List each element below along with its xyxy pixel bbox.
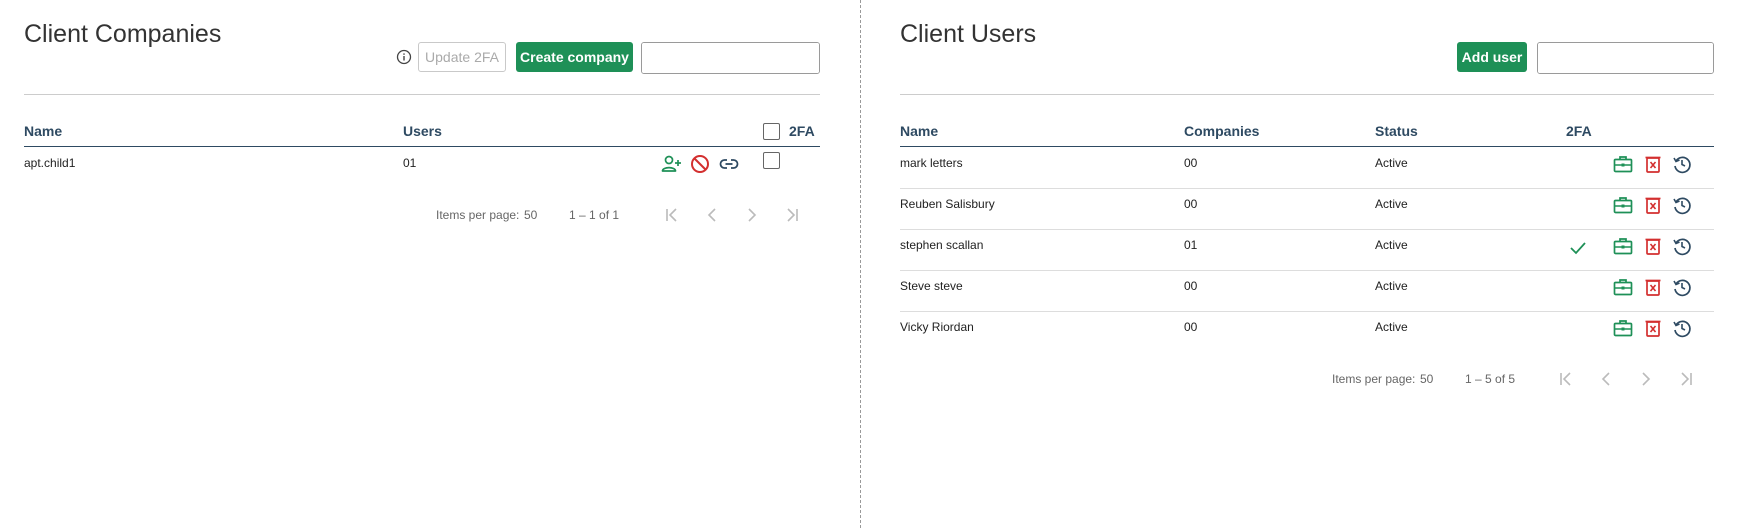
column-2fa: 2FA bbox=[1566, 123, 1592, 139]
user-companies: 00 bbox=[1184, 279, 1198, 293]
companies-paginator: Items per page: 50 1 – 1 of 1 bbox=[24, 208, 820, 228]
search-button[interactable] bbox=[819, 43, 820, 73]
panel-divider bbox=[860, 0, 861, 528]
table-row: mark letters 00 Active bbox=[900, 148, 1714, 189]
user-name: Steve steve bbox=[900, 279, 963, 293]
last-page-icon[interactable] bbox=[1676, 369, 1696, 389]
prev-page-icon[interactable] bbox=[702, 205, 722, 225]
user-search-input[interactable] bbox=[1538, 43, 1713, 73]
next-page-icon[interactable] bbox=[742, 205, 762, 225]
column-companies[interactable]: Companies bbox=[1184, 123, 1259, 139]
user-status: Active bbox=[1375, 156, 1408, 170]
user-status: Active bbox=[1375, 279, 1408, 293]
users-table-header: Name Companies Status 2FA bbox=[900, 123, 1714, 147]
add-user-icon[interactable] bbox=[660, 153, 682, 175]
delete-icon[interactable] bbox=[1642, 317, 1664, 339]
user-search bbox=[1537, 42, 1714, 74]
select-all-2fa-checkbox[interactable] bbox=[763, 123, 780, 140]
briefcase-icon[interactable] bbox=[1612, 276, 1634, 298]
column-users[interactable]: Users bbox=[403, 123, 442, 139]
user-status: Active bbox=[1375, 238, 1408, 252]
company-2fa-checkbox[interactable] bbox=[763, 152, 780, 169]
briefcase-icon[interactable] bbox=[1612, 317, 1634, 339]
table-row: apt.child1 01 bbox=[24, 148, 820, 189]
table-row: Steve steve 00 Active bbox=[900, 271, 1714, 312]
add-user-button[interactable]: Add user bbox=[1457, 42, 1527, 72]
user-status: Active bbox=[1375, 320, 1408, 334]
delete-icon[interactable] bbox=[1642, 194, 1664, 216]
table-row: Reuben Salisbury 00 Active bbox=[900, 189, 1714, 230]
delete-icon[interactable] bbox=[1642, 276, 1664, 298]
company-name: apt.child1 bbox=[24, 156, 76, 170]
history-icon[interactable] bbox=[1671, 194, 1693, 216]
user-companies: 00 bbox=[1184, 320, 1198, 334]
user-name: Reuben Salisbury bbox=[900, 197, 995, 211]
user-status: Active bbox=[1375, 197, 1408, 211]
check-icon bbox=[1570, 242, 1586, 255]
update-2fa-button[interactable]: Update 2FA bbox=[418, 42, 506, 72]
user-name: Vicky Riordan bbox=[900, 320, 974, 334]
user-companies: 00 bbox=[1184, 197, 1198, 211]
company-search bbox=[641, 42, 820, 74]
briefcase-icon[interactable] bbox=[1612, 235, 1634, 257]
prev-page-icon[interactable] bbox=[1596, 369, 1616, 389]
range-label: 1 – 1 of 1 bbox=[569, 208, 620, 222]
user-name: stephen scallan bbox=[900, 238, 984, 252]
briefcase-icon[interactable] bbox=[1612, 194, 1634, 216]
user-name: mark letters bbox=[900, 156, 963, 170]
items-per-page-select[interactable]: 50 bbox=[1420, 372, 1433, 386]
column-2fa: 2FA bbox=[789, 123, 815, 139]
create-company-button[interactable]: Create company bbox=[516, 42, 633, 72]
user-companies: 00 bbox=[1184, 156, 1198, 170]
delete-icon[interactable] bbox=[1642, 153, 1664, 175]
items-per-page-label: Items per page: bbox=[1332, 372, 1416, 386]
history-icon[interactable] bbox=[1671, 235, 1693, 257]
page-title: Client Companies bbox=[24, 20, 222, 48]
info-icon[interactable] bbox=[396, 49, 412, 65]
items-per-page-select[interactable]: 50 bbox=[524, 208, 537, 222]
delete-icon[interactable] bbox=[1642, 235, 1664, 257]
page-title: Client Users bbox=[900, 20, 1037, 48]
header-divider bbox=[900, 94, 1714, 95]
history-icon[interactable] bbox=[1671, 317, 1693, 339]
items-per-page-label: Items per page: bbox=[436, 208, 520, 222]
table-row: Vicky Riordan 00 Active bbox=[900, 312, 1714, 353]
first-page-icon[interactable] bbox=[1556, 369, 1576, 389]
next-page-icon[interactable] bbox=[1636, 369, 1656, 389]
briefcase-icon[interactable] bbox=[1612, 153, 1634, 175]
range-label: 1 – 5 of 5 bbox=[1465, 372, 1516, 386]
users-paginator: Items per page: 50 1 – 5 of 5 bbox=[900, 372, 1714, 392]
history-icon[interactable] bbox=[1671, 276, 1693, 298]
header-divider bbox=[24, 94, 820, 95]
block-icon[interactable] bbox=[689, 153, 711, 175]
user-companies: 01 bbox=[1184, 238, 1198, 252]
companies-table-header: Name Users 2FA bbox=[24, 123, 820, 147]
search-icon bbox=[819, 49, 820, 67]
first-page-icon[interactable] bbox=[662, 205, 682, 225]
column-name[interactable]: Name bbox=[24, 123, 62, 139]
company-search-input[interactable] bbox=[642, 43, 819, 73]
column-status[interactable]: Status bbox=[1375, 123, 1418, 139]
last-page-icon[interactable] bbox=[782, 205, 802, 225]
company-users: 01 bbox=[403, 156, 417, 170]
column-name[interactable]: Name bbox=[900, 123, 938, 139]
history-icon[interactable] bbox=[1671, 153, 1693, 175]
table-row: stephen scallan 01 Active bbox=[900, 230, 1714, 271]
link-icon[interactable] bbox=[718, 153, 740, 175]
